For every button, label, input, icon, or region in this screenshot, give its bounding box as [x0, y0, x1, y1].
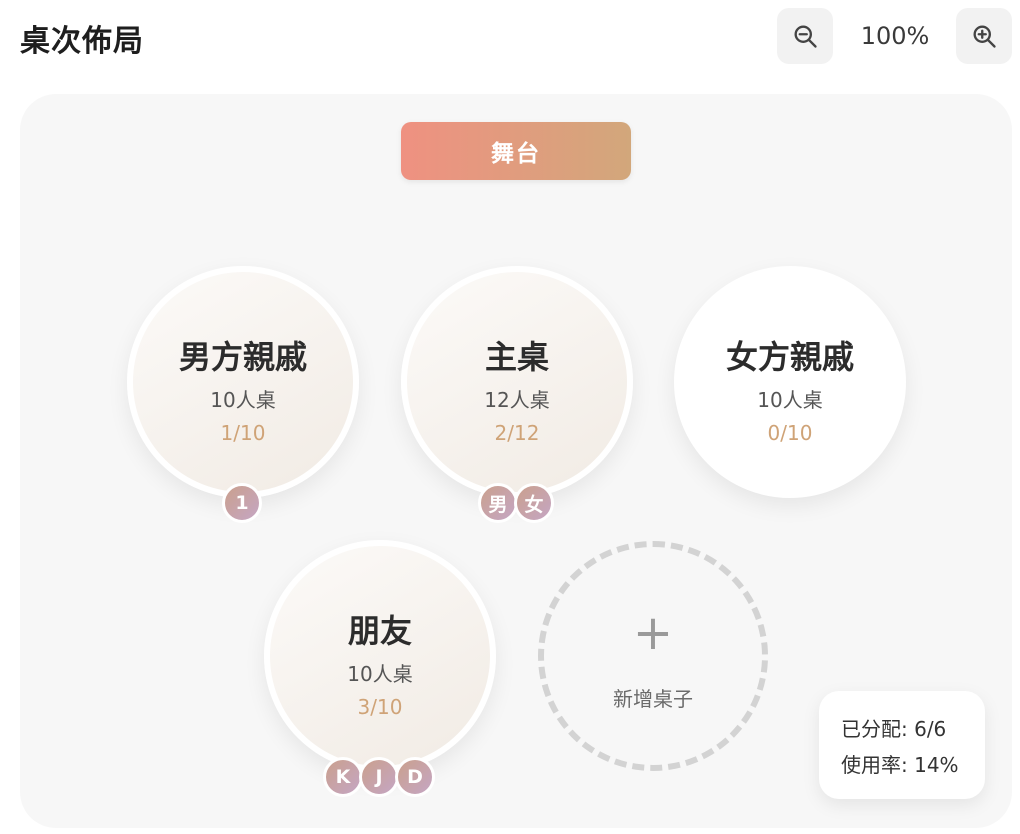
table-seat-count: 3/10 — [357, 695, 403, 719]
table-name: 朋友 — [347, 612, 412, 650]
add-table-button[interactable]: + 新增桌子 — [538, 541, 768, 771]
guest-avatar[interactable]: 男 — [478, 483, 518, 523]
table-main[interactable]: 主桌 12人桌 2/12 — [401, 266, 633, 498]
table-friends[interactable]: 朋友 10人桌 3/10 — [264, 540, 496, 772]
guest-avatar[interactable]: 1 — [222, 483, 262, 523]
stage-label: 舞台 — [401, 122, 631, 180]
table-groom-relatives[interactable]: 男方親戚 10人桌 1/10 — [127, 266, 359, 498]
table-capacity: 10人桌 — [210, 388, 276, 412]
table-seat-count: 1/10 — [220, 421, 266, 445]
table-name: 女方親戚 — [725, 338, 854, 376]
table-name: 主桌 — [484, 338, 549, 376]
usage-stat: 使用率: 14% — [841, 753, 959, 777]
stats-panel: 已分配: 6/6 使用率: 14% — [819, 691, 985, 799]
zoom-out-button[interactable] — [777, 8, 833, 64]
guest-avatar[interactable]: 女 — [514, 483, 554, 523]
table-capacity: 10人桌 — [347, 662, 413, 686]
add-table-label: 新增桌子 — [613, 687, 693, 711]
table-seat-count: 2/12 — [494, 421, 540, 445]
guest-avatars: 1 — [222, 483, 262, 523]
zoom-in-button[interactable] — [956, 8, 1012, 64]
page-title: 桌次佈局 — [20, 24, 144, 59]
table-bride-relatives[interactable]: 女方親戚 10人桌 0/10 — [674, 266, 906, 498]
table-capacity: 10人桌 — [757, 388, 823, 412]
guest-avatar[interactable]: K — [323, 757, 363, 797]
guest-avatars: K J D — [323, 757, 435, 797]
zoom-out-icon — [794, 25, 817, 48]
table-capacity: 12人桌 — [484, 388, 550, 412]
guest-avatar[interactable]: D — [395, 757, 435, 797]
table-seat-count: 0/10 — [767, 421, 813, 445]
table-name: 男方親戚 — [178, 338, 307, 376]
guest-avatar[interactable]: J — [359, 757, 399, 797]
assigned-stat: 已分配: 6/6 — [841, 717, 947, 741]
guest-avatars: 男 女 — [478, 483, 554, 523]
plus-icon: + — [632, 605, 674, 661]
zoom-level: 100% — [860, 22, 930, 50]
zoom-in-icon — [973, 25, 996, 48]
